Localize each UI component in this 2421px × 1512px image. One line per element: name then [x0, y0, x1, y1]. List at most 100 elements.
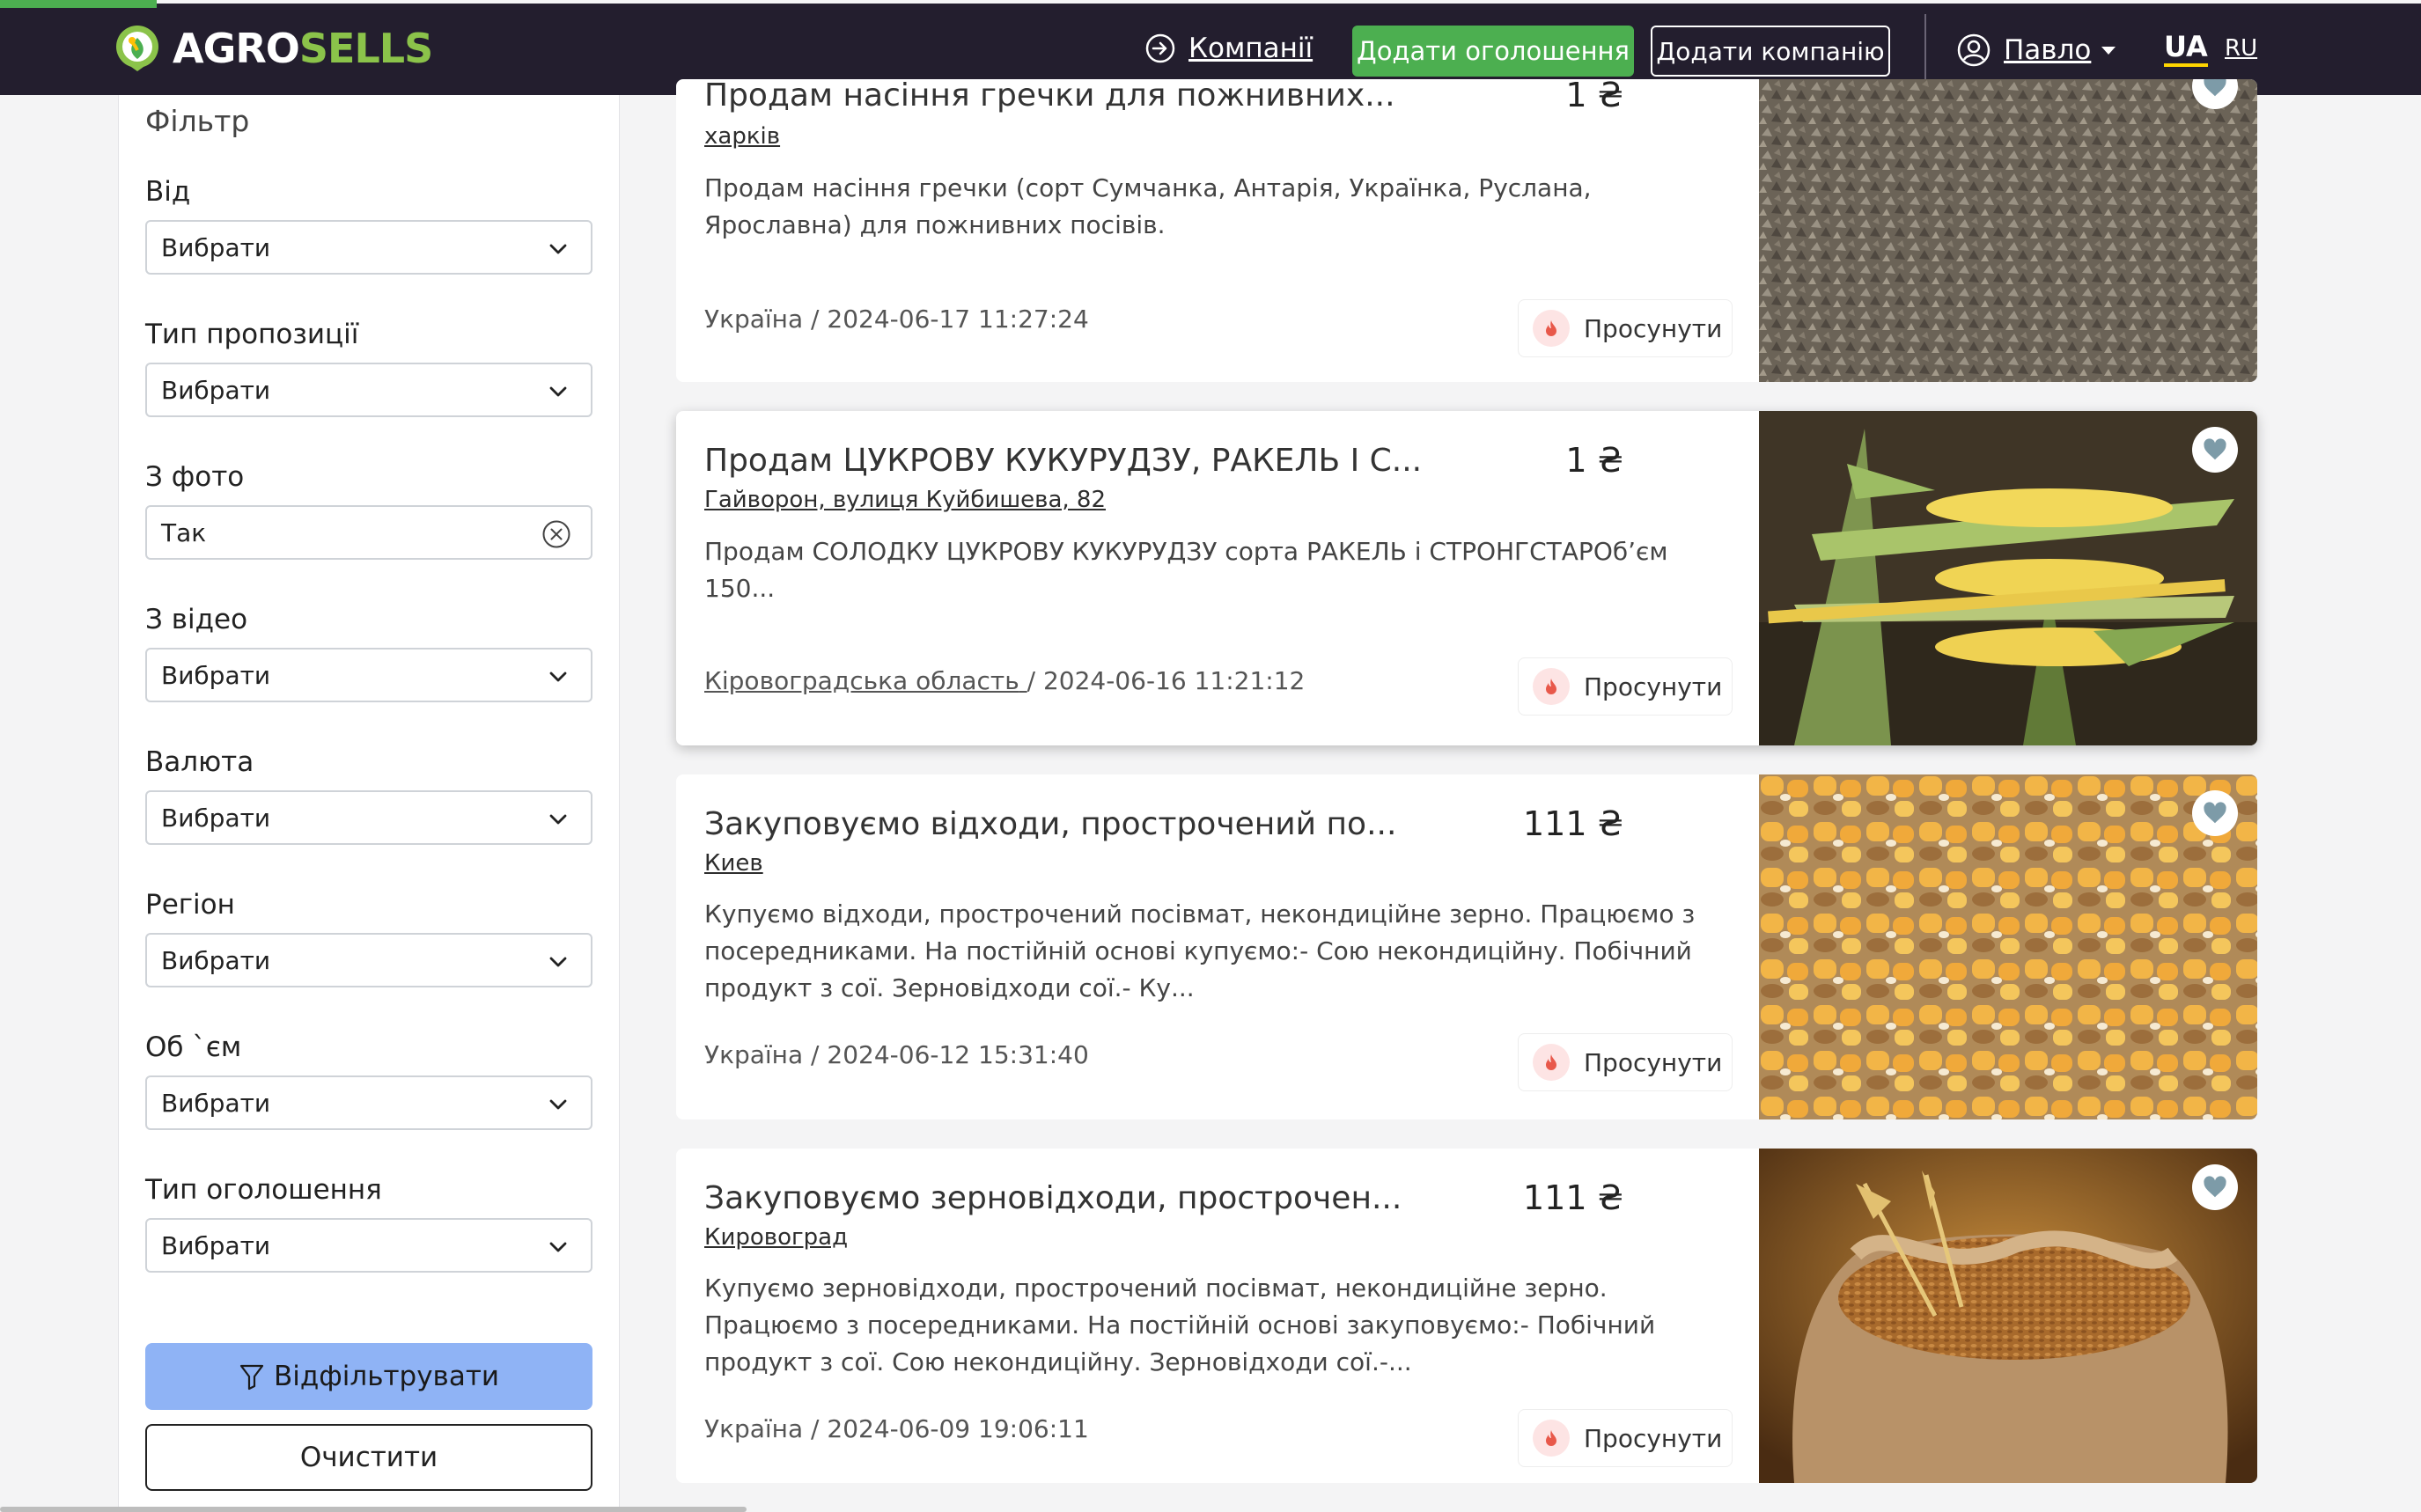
- filter-label-listing-type: Тип оголошення: [145, 1174, 382, 1206]
- filter-offer-type-select[interactable]: Вибрати: [145, 363, 592, 417]
- chevron-down-icon: [549, 957, 567, 967]
- filter-label-offer-type: Тип пропозиції: [145, 319, 359, 350]
- listing-date: 2024-06-09 19:06:11: [827, 1414, 1089, 1443]
- clear-circle-icon[interactable]: [541, 519, 571, 549]
- listing-region: Україна: [704, 1040, 804, 1069]
- filter-region-select[interactable]: Вибрати: [145, 933, 592, 987]
- listing-description: Продам насіння гречки (сорт Сумчанка, Ан…: [704, 173, 1592, 239]
- listing-price: 1 ₴: [1565, 79, 1623, 114]
- user-name: Павло: [2004, 34, 2092, 66]
- lang-ru-link[interactable]: RU: [2225, 35, 2257, 62]
- filter-label-with-photo: З фото: [145, 461, 245, 493]
- filter-currency-select[interactable]: Вибрати: [145, 790, 592, 845]
- filter-region-value: Вибрати: [161, 945, 271, 975]
- filter-with-photo-select[interactable]: Так: [145, 505, 592, 560]
- fire-icon: [1533, 668, 1570, 705]
- filter-label-from: Від: [145, 176, 191, 208]
- listing-description: Купуємо зерновідходи, прострочений посів…: [704, 1273, 1656, 1376]
- filter-with-video-value: Вибрати: [161, 660, 271, 690]
- promote-button[interactable]: Просунути: [1518, 1033, 1733, 1091]
- listing-location-link[interactable]: Киев: [704, 850, 763, 877]
- buckwheat-photo[interactable]: [1759, 79, 2257, 382]
- corn-cobs-photo[interactable]: [1759, 411, 2257, 745]
- nav-companies-label: Компанії: [1188, 33, 1314, 64]
- listing-region: Україна: [704, 1414, 804, 1443]
- favorite-heart-icon[interactable]: [2192, 1164, 2238, 1210]
- logo-wordmark: AGROSELLS: [173, 25, 433, 72]
- listing-region-link[interactable]: Кіровоградська область: [704, 666, 1019, 695]
- listing-title[interactable]: Закуповуємо відходи, прострочений по...: [704, 806, 1396, 842]
- logo-pin-icon: [116, 26, 158, 71]
- filter-with-video-select[interactable]: Вибрати: [145, 648, 592, 702]
- listing-meta: Україна / 2024-06-09 19:06:11: [704, 1414, 1089, 1443]
- filter-listing-type-select[interactable]: Вибрати: [145, 1218, 592, 1273]
- listing-title[interactable]: Закуповуємо зерновідходи, прострочен...: [704, 1180, 1402, 1216]
- listing-meta: Україна / 2024-06-17 11:27:24: [704, 305, 1089, 334]
- page-top-edge: [157, 0, 2421, 4]
- listing-date: 2024-06-16 11:21:12: [1042, 666, 1306, 695]
- listing-card[interactable]: Продам насіння гречки для пожнивних... 1…: [676, 79, 2257, 382]
- filter-label-volume: Об `єм: [145, 1031, 242, 1063]
- page-loading-bar: [0, 0, 157, 8]
- filter-from-select[interactable]: Вибрати: [145, 220, 592, 275]
- filter-title: Фільтр: [145, 104, 250, 138]
- listing-region: Україна: [704, 305, 804, 334]
- horizontal-scrollbar[interactable]: [0, 1507, 747, 1512]
- grain-sack-photo[interactable]: [1759, 1149, 2257, 1483]
- filter-sidebar: Фільтр Від Вибрати Тип пропозиції Вибрат…: [118, 95, 620, 1512]
- site-logo[interactable]: AGROSELLS: [113, 23, 433, 74]
- favorite-heart-icon[interactable]: [2192, 790, 2238, 836]
- chevron-down-icon: [549, 1242, 567, 1252]
- listing-location-link[interactable]: харків: [704, 123, 780, 150]
- add-listing-button[interactable]: Додати оголошення: [1352, 26, 1634, 77]
- promote-button[interactable]: Просунути: [1518, 1409, 1733, 1467]
- logo-text-agro: AGRO: [173, 25, 300, 72]
- apply-filter-label: Відфільтрувати: [273, 1361, 500, 1392]
- promote-button[interactable]: Просунути: [1518, 657, 1733, 716]
- listing-title[interactable]: Продам ЦУКРОВУ КУКУРУДЗУ, РАКЕЛЬ І С...: [704, 443, 1422, 479]
- chevron-down-icon: [549, 386, 567, 397]
- listing-description: Купуємо відходи, прострочений посівмат, …: [704, 899, 1696, 1002]
- listing-meta: Кіровоградська область / 2024-06-16 11:2…: [704, 666, 1306, 695]
- chevron-down-icon: [549, 244, 567, 254]
- listing-location-link[interactable]: Кировоград: [704, 1224, 848, 1251]
- funnel-icon: [239, 1364, 264, 1391]
- corn-wheat-grains-photo[interactable]: [1759, 774, 2257, 1119]
- filter-label-with-video: З відео: [145, 604, 248, 635]
- filter-volume-value: Вибрати: [161, 1088, 271, 1118]
- listing-date: 2024-06-12 15:31:40: [827, 1040, 1089, 1069]
- user-menu-dropdown[interactable]: Павло: [1956, 28, 2116, 72]
- chevron-down-icon: [549, 672, 567, 682]
- filter-volume-select[interactable]: Вибрати: [145, 1075, 592, 1130]
- lang-ua-link[interactable]: UA: [2164, 30, 2208, 67]
- apply-filter-button[interactable]: Відфільтрувати: [145, 1343, 592, 1410]
- listing-card[interactable]: Закуповуємо відходи, прострочений по... …: [676, 774, 2257, 1119]
- fire-icon: [1533, 310, 1570, 347]
- caret-down-icon: [2101, 46, 2116, 55]
- promote-label: Просунути: [1584, 313, 1723, 343]
- listing-price: 111 ₴: [1522, 804, 1623, 843]
- chevron-down-icon: [549, 814, 567, 825]
- listing-title[interactable]: Продам насіння гречки для пожнивних...: [704, 79, 1395, 114]
- fire-icon: [1533, 1044, 1570, 1081]
- promote-button[interactable]: Просунути: [1518, 299, 1733, 357]
- listing-date: 2024-06-17 11:27:24: [827, 305, 1089, 334]
- listing-description: Продам СОЛОДКУ ЦУКРОВУ КУКУРУДЗУ сорта Р…: [704, 537, 1668, 603]
- listing-price: 111 ₴: [1522, 1178, 1623, 1217]
- nav-companies-link[interactable]: Компанії: [1144, 26, 1313, 70]
- add-company-button[interactable]: Додати компанію: [1651, 26, 1890, 77]
- logo-text-sells: SELLS: [298, 25, 433, 72]
- listing-location-link[interactable]: Гайворон, вулиця Куйбишева, 82: [704, 487, 1106, 513]
- nav-divider: [1924, 14, 1926, 84]
- fire-icon: [1533, 1420, 1570, 1457]
- filter-label-currency: Валюта: [145, 746, 254, 778]
- listing-card[interactable]: Закуповуємо зерновідходи, прострочен... …: [676, 1149, 2257, 1483]
- filter-with-photo-value: Так: [161, 517, 207, 547]
- promote-label: Просунути: [1584, 1047, 1723, 1077]
- favorite-heart-icon[interactable]: [2192, 427, 2238, 473]
- listing-card[interactable]: Продам ЦУКРОВУ КУКУРУДЗУ, РАКЕЛЬ І С... …: [676, 411, 2257, 745]
- promote-label: Просунути: [1584, 672, 1723, 701]
- listing-meta: Україна / 2024-06-12 15:31:40: [704, 1040, 1089, 1069]
- listing-price: 1 ₴: [1565, 441, 1623, 480]
- clear-filter-button[interactable]: Очистити: [145, 1424, 592, 1491]
